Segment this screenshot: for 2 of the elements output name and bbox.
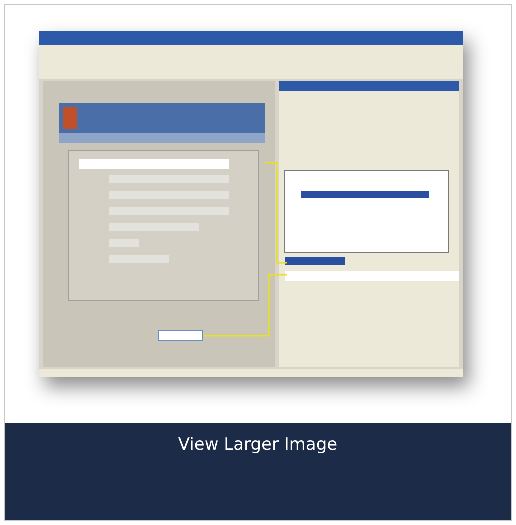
view-larger-image-link[interactable]: View Larger Image [178,433,338,457]
caption-bar[interactable]: View Larger Image [5,423,511,520]
